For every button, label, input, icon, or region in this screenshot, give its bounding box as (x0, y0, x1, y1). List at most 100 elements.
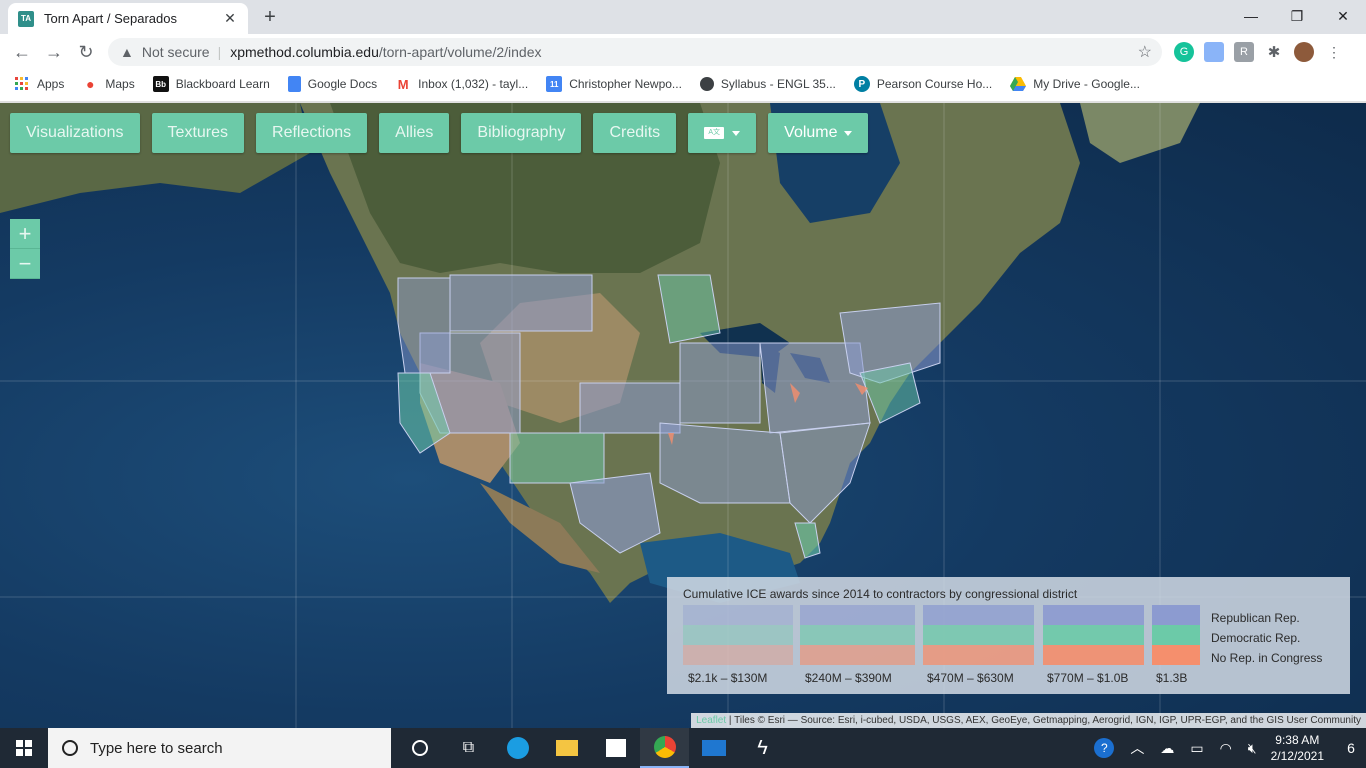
reload-icon[interactable]: ↻ (74, 40, 98, 64)
search-placeholder: Type here to search (90, 739, 223, 757)
bookmark-maps[interactable]: ● Maps (82, 76, 135, 92)
tab-close-icon[interactable]: ✕ (222, 10, 238, 27)
search-icon (62, 740, 78, 756)
bookmark-inbox[interactable]: M Inbox (1,032) - tayl... (395, 76, 528, 92)
forward-arrow-icon[interactable]: → (42, 40, 66, 64)
wifi-icon[interactable]: ◠ (1220, 740, 1232, 757)
address-bar[interactable]: ▲ Not secure | xpmethod.columbia.edu/tor… (108, 38, 1162, 66)
windows-start-icon[interactable] (0, 728, 48, 768)
restore-icon[interactable]: ❐ (1274, 0, 1320, 32)
district-republican[interactable] (679, 342, 761, 424)
bookmark-star-icon[interactable]: ☆ (1138, 42, 1152, 62)
volume-dropdown[interactable]: Volume (768, 113, 868, 153)
cortana-icon[interactable] (395, 728, 444, 768)
back-arrow-icon[interactable]: ← (10, 40, 34, 64)
window-controls: — ❐ ✕ (1228, 0, 1366, 32)
legend-range-4: $770M – $1.0B (1047, 671, 1129, 685)
zoom-control: + − (10, 219, 40, 279)
chrome-icon[interactable] (640, 728, 689, 768)
profile-avatar[interactable] (1294, 42, 1314, 62)
district-republican[interactable] (659, 422, 791, 504)
extensions-area: G R ✱ ⋮ (1174, 42, 1344, 62)
translate-icon: A文 (704, 127, 725, 139)
nav-visualizations[interactable]: Visualizations (10, 113, 140, 153)
legend-swatch-tier-1 (683, 605, 793, 665)
nav-allies[interactable]: Allies (379, 113, 450, 153)
browser-toolbar: ← → ↻ ▲ Not secure | xpmethod.columbia.e… (0, 34, 1366, 70)
mail-icon[interactable] (689, 728, 738, 768)
reader-extension-icon[interactable]: R (1234, 42, 1254, 62)
chevron-up-icon[interactable]: ︿ (1130, 738, 1144, 758)
bookmark-calendar[interactable]: 11 Christopher Newpo... (546, 76, 682, 92)
bookmark-blackboard[interactable]: Bb Blackboard Learn (152, 76, 270, 92)
bookmark-label: Syllabus - ENGL 35... (720, 77, 836, 91)
nav-credits[interactable]: Credits (593, 113, 677, 153)
onedrive-cloud-icon[interactable]: ☁ (1160, 740, 1174, 757)
bookmark-pearson[interactable]: P Pearson Course Ho... (853, 76, 992, 92)
gmail-icon: M (397, 76, 409, 92)
docs-extension-icon[interactable] (1204, 42, 1224, 62)
puzzle-extensions-icon[interactable]: ✱ (1264, 42, 1284, 62)
blackboard-icon: Bb (152, 76, 169, 92)
taskbar-search-input[interactable]: Type here to search (48, 728, 391, 768)
district-republican[interactable] (397, 277, 451, 374)
tiles-credit: | Tiles © Esri — Source: Esri, i-cubed, … (726, 715, 1361, 726)
help-icon[interactable]: ? (1094, 738, 1115, 758)
bookmark-apps[interactable]: Apps (14, 76, 64, 92)
zoom-in-button[interactable]: + (10, 219, 40, 249)
bookmark-drive[interactable]: My Drive - Google... (1010, 76, 1140, 92)
kebab-menu-icon[interactable]: ⋮ (1324, 42, 1344, 62)
warning-triangle-icon[interactable]: ▲ (120, 44, 134, 60)
grammarly-icon[interactable]: G (1174, 42, 1194, 62)
bookmark-label: Apps (37, 77, 65, 91)
legend-key-no-rep: No Rep. in Congress (1211, 651, 1323, 665)
calendar-icon: 11 (546, 76, 563, 92)
maps-pin-icon: ● (86, 76, 95, 92)
apps-grid-icon (14, 76, 30, 92)
security-label[interactable]: Not secure (142, 44, 210, 60)
battery-icon[interactable]: ▭ (1190, 740, 1203, 757)
minimize-icon[interactable]: — (1228, 0, 1274, 32)
file-explorer-icon[interactable] (542, 728, 591, 768)
volume-muted-icon[interactable]: 🔇︎ (1248, 740, 1257, 757)
site-navigation: Visualizations Textures Reflections Alli… (10, 113, 868, 153)
microsoft-store-icon[interactable] (591, 728, 640, 768)
nav-reflections[interactable]: Reflections (256, 113, 368, 153)
map-container[interactable]: Visualizations Textures Reflections Alli… (0, 103, 1366, 728)
legend-range-5: $1.3B (1156, 671, 1188, 685)
chevron-down-icon (843, 130, 852, 136)
zoom-out-button[interactable]: − (10, 249, 40, 279)
greenland-edge (1080, 103, 1200, 163)
bookmark-label: Blackboard Learn (175, 77, 270, 91)
bookmark-google-docs[interactable]: Google Docs (287, 76, 378, 92)
nav-textures[interactable]: Textures (151, 113, 245, 153)
app-lightning-icon[interactable]: ϟ (738, 728, 787, 768)
task-view-icon[interactable]: ⧉ (444, 728, 493, 768)
tab-title: Torn Apart / Separados (44, 11, 177, 26)
bookmark-label: Google Docs (307, 77, 378, 91)
browser-tab[interactable]: TA Torn Apart / Separados ✕ (8, 3, 248, 34)
district-republican[interactable] (449, 274, 593, 332)
bookmark-syllabus[interactable]: Syllabus - ENGL 35... (699, 77, 836, 91)
clock-time: 9:38 AM (1275, 733, 1320, 747)
url-path[interactable]: /torn-apart/volume/2/index (379, 44, 542, 60)
pearson-icon: P (853, 76, 870, 92)
clock[interactable]: 9:38 AM 2/12/2021 (1271, 732, 1324, 764)
url-host[interactable]: xpmethod.columbia.edu (230, 44, 379, 60)
window-close-icon[interactable]: ✕ (1320, 0, 1366, 32)
google-drive-icon (1010, 76, 1027, 92)
edge-icon[interactable] (493, 728, 542, 768)
nav-bibliography[interactable]: Bibliography (461, 113, 582, 153)
language-dropdown[interactable]: A文 (688, 113, 757, 153)
legend-swatch-tier-2 (800, 605, 915, 665)
new-tab-icon[interactable]: + (258, 6, 282, 30)
notification-center-icon[interactable]: 6 (1336, 740, 1366, 756)
site-favicon-icon: TA (18, 10, 34, 27)
browser-tab-strip: TA Torn Apart / Separados ✕ + — ❐ ✕ (0, 0, 1366, 34)
legend-key-republican: Republican Rep. (1211, 611, 1300, 625)
google-docs-icon (287, 76, 301, 92)
bookmark-label: Maps (105, 77, 135, 91)
district-democratic[interactable] (509, 432, 605, 484)
leaflet-link[interactable]: Leaflet (696, 715, 726, 726)
legend-range-2: $240M – $390M (805, 671, 892, 685)
